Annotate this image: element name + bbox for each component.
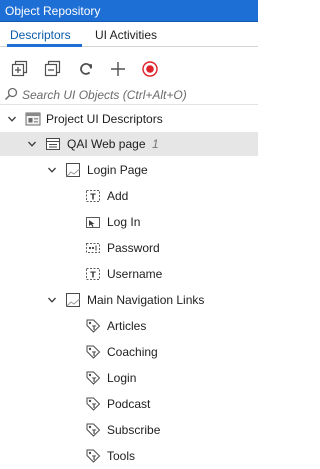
- link-tag-icon: T: [86, 397, 101, 411]
- link-tag-icon: T: [86, 319, 101, 333]
- tree-app-label: QAI Web page: [67, 137, 146, 151]
- tab-ui-activities[interactable]: UI Activities: [95, 28, 157, 42]
- svg-text:T: T: [92, 351, 97, 358]
- tree-screen-login-page[interactable]: Login Page: [0, 158, 258, 182]
- screen-icon: [66, 293, 80, 307]
- tree-screen-label: Login Page: [87, 163, 148, 177]
- tree-element-login[interactable]: T Login: [0, 366, 258, 390]
- link-tag-icon: T: [86, 423, 101, 437]
- tree-element-label: Tools: [107, 449, 136, 463]
- active-tab-indicator: [7, 44, 82, 47]
- tree-app-count: 1: [152, 137, 159, 151]
- tab-descriptors[interactable]: Descriptors: [10, 28, 71, 42]
- tree-element-label: Add: [107, 189, 129, 203]
- tree-element-label: Podcast: [107, 397, 151, 411]
- tab-bar: Descriptors UI Activities: [0, 23, 258, 47]
- tree-element-label: Username: [107, 267, 163, 281]
- text-element-icon: T: [86, 268, 100, 280]
- tree-element-label: Log In: [107, 215, 141, 229]
- panel-title-bar: Object Repository: [0, 0, 258, 22]
- chevron-down-icon[interactable]: [46, 164, 58, 176]
- tree-element-podcast[interactable]: T Podcast: [0, 392, 258, 416]
- plus-icon: [111, 62, 125, 76]
- tree-element-subscribe[interactable]: T Subscribe: [0, 418, 258, 442]
- project-descriptors-icon: [25, 112, 41, 126]
- collapse-all-button[interactable]: [44, 60, 62, 78]
- tree-screen-label: Main Navigation Links: [87, 293, 205, 307]
- tree-element-label: Password: [107, 241, 160, 255]
- tree-element-tools[interactable]: T Tools: [0, 444, 258, 468]
- record-button[interactable]: [141, 60, 159, 78]
- link-tag-icon: T: [86, 345, 101, 359]
- search-icon: [4, 87, 18, 101]
- web-application-icon: [46, 138, 60, 150]
- search-input[interactable]: [22, 86, 252, 103]
- tree-element-username[interactable]: T Username: [0, 262, 258, 286]
- tree-element-add[interactable]: T Add: [0, 184, 258, 208]
- chevron-down-icon[interactable]: [26, 138, 38, 150]
- panel-title: Object Repository: [5, 4, 101, 18]
- tree-element-label: Coaching: [107, 345, 158, 359]
- collapse-all-icon: [44, 60, 61, 77]
- tree-element-coaching[interactable]: T Coaching: [0, 340, 258, 364]
- tree-element-label: Articles: [107, 319, 147, 333]
- svg-text:T: T: [90, 193, 96, 202]
- tree-root-project-ui-descriptors[interactable]: Project UI Descriptors: [0, 107, 258, 131]
- screen-icon: [66, 163, 80, 177]
- tree-screen-main-navigation-links[interactable]: Main Navigation Links: [0, 288, 258, 312]
- svg-text:T: T: [92, 429, 97, 436]
- refresh-icon: [80, 63, 92, 75]
- tree-app-qai-web-page[interactable]: QAI Web page 1: [0, 132, 258, 156]
- expand-all-button[interactable]: [11, 60, 29, 78]
- add-button[interactable]: [109, 60, 127, 78]
- chevron-down-icon[interactable]: [46, 294, 58, 306]
- tree-element-password[interactable]: Password: [0, 236, 258, 260]
- svg-text:T: T: [90, 271, 96, 280]
- search-bar: [0, 85, 258, 105]
- record-icon: [142, 61, 158, 77]
- click-element-icon: [86, 217, 100, 228]
- svg-text:T: T: [92, 403, 97, 410]
- tree-element-articles[interactable]: T Articles: [0, 314, 258, 338]
- chevron-down-icon[interactable]: [6, 113, 18, 125]
- tree-root-label: Project UI Descriptors: [46, 112, 163, 126]
- tree-element-log-in[interactable]: Log In: [0, 210, 258, 234]
- svg-text:T: T: [92, 455, 97, 462]
- input-element-icon: [86, 243, 100, 253]
- svg-text:T: T: [92, 377, 97, 384]
- tree-element-label: Login: [107, 371, 137, 385]
- text-element-icon: T: [86, 190, 100, 202]
- tree-element-label: Subscribe: [107, 423, 161, 437]
- expand-all-icon: [11, 60, 28, 77]
- toolbar: [0, 54, 258, 84]
- link-tag-icon: T: [86, 449, 101, 463]
- svg-text:T: T: [92, 325, 97, 332]
- link-tag-icon: T: [86, 371, 101, 385]
- refresh-button[interactable]: [77, 60, 95, 78]
